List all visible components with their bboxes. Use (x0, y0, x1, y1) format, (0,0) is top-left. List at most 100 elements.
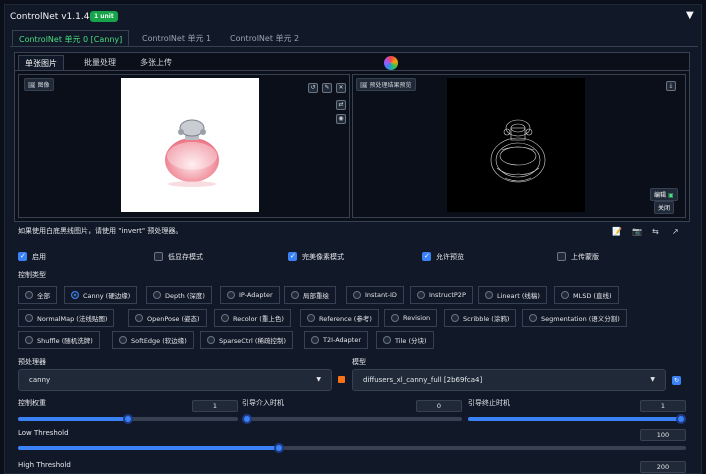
model-label: 模型 (352, 358, 366, 366)
radio-instructp2p[interactable]: InstructP2P (410, 286, 473, 304)
radio-label: InstructP2P (429, 291, 466, 299)
preprocessor-select[interactable]: canny ▼ (18, 369, 332, 391)
radio-dot (71, 291, 79, 299)
chevron-down-icon: ▼ (316, 376, 321, 383)
radio-dot (307, 314, 315, 322)
refresh-icon[interactable]: ↻ (672, 376, 681, 385)
radio-dot (529, 314, 537, 322)
model-select[interactable]: diffusers_xl_canny_full [2b69fca4] ▼ (352, 369, 666, 391)
low-threshold-slider[interactable] (18, 443, 686, 453)
canny-edge-image (490, 119, 546, 183)
collapse-icon[interactable]: ▼ (686, 10, 694, 21)
radio-dot (25, 314, 33, 322)
radio-ip-adapter[interactable]: IP-Adapter (220, 286, 280, 304)
radio-recolor[interactable]: Recolor (重上色) (214, 309, 291, 327)
weight-input[interactable]: 1 (192, 400, 238, 412)
brush-icon[interactable]: ✎ (322, 83, 332, 93)
radio-dot (119, 336, 127, 344)
radio-softedge[interactable]: SoftEdge (软边缘) (112, 331, 194, 349)
radio-label: OpenPose (姿态) (147, 315, 200, 323)
run-preprocessor-icon[interactable] (338, 376, 345, 383)
radio-inpaint[interactable]: 局部重绘 (284, 286, 336, 304)
radio-scribble[interactable]: Scribble (涂鸦) (444, 309, 517, 327)
radio-dot (485, 291, 493, 299)
high-threshold-input[interactable]: 200 (640, 461, 686, 473)
radio-label: Reference (参考) (319, 315, 372, 323)
allow-preview-checkbox[interactable] (422, 252, 431, 261)
tab-unit-0[interactable]: ControlNet 单元 0 [Canny] (12, 30, 130, 46)
download-icon[interactable]: ⤓ (666, 81, 676, 91)
color-wheel-icon (384, 56, 398, 70)
radio-dot (311, 336, 319, 344)
weight-slider[interactable] (18, 414, 238, 424)
radio-lineart[interactable]: Lineart (线稿) (478, 286, 547, 304)
weight-slider-thumb[interactable] (123, 414, 133, 424)
radio-t2i-adapter[interactable]: T2I-Adapter (304, 331, 369, 349)
radio-dot (417, 291, 425, 299)
edit-preview-button[interactable]: 编辑 ▣ (650, 188, 678, 201)
radio-openpose[interactable]: OpenPose (姿态) (128, 309, 207, 327)
enable-label: 启用 (32, 253, 46, 261)
start-slider[interactable] (242, 414, 462, 424)
radio-dot (353, 291, 361, 299)
camera-icon[interactable]: ◉ (336, 114, 346, 124)
radio-shuffle[interactable]: Shuffle (随机洗牌) (18, 331, 100, 349)
low-threshold-slider-thumb[interactable] (273, 443, 284, 453)
upload-mask-checkbox[interactable] (557, 252, 566, 261)
radio-label: NormalMap (法线贴图) (37, 315, 108, 323)
invert-hint: 如果使用白底黑线图片，请使用 "invert" 预处理器。 (18, 227, 183, 235)
radio-label: T2I-Adapter (323, 336, 362, 344)
radio-canny[interactable]: Canny (硬边缘) (64, 286, 138, 304)
radio-revision[interactable]: Revision (384, 309, 438, 327)
unit-count-badge: 1 unit (90, 11, 118, 22)
end-slider[interactable] (468, 414, 686, 424)
low-threshold-input[interactable]: 100 (640, 429, 686, 441)
radio-all[interactable]: 全部 (18, 286, 57, 304)
mirror-icon[interactable]: ⇆ (652, 227, 659, 236)
radio-mlsd[interactable]: MLSD (直线) (554, 286, 619, 304)
send-dimensions-icon[interactable]: ↗ (672, 227, 679, 236)
swap-icon[interactable]: ⇄ (336, 100, 346, 110)
lowvram-checkbox[interactable] (154, 252, 163, 261)
note-icon[interactable]: 📝 (612, 227, 622, 236)
close-preview-button[interactable]: 关闭 (654, 201, 675, 214)
close-icon[interactable]: ✕ (336, 83, 346, 93)
upload-mask-label: 上传蒙版 (571, 253, 599, 261)
camera-capture-icon[interactable]: 📷 (632, 227, 642, 236)
subtab-multi[interactable]: 多张上传 (134, 55, 178, 70)
edit-preview-label: 编辑 (654, 192, 667, 199)
radio-reference[interactable]: Reference (参考) (300, 309, 379, 327)
tab-divider (10, 46, 698, 47)
input-image (121, 78, 259, 212)
start-slider-thumb[interactable] (242, 414, 252, 424)
perfume-bottle-image (165, 119, 219, 187)
radio-label: Tile (分块) (395, 337, 427, 345)
low-threshold-label: Low Threshold (18, 429, 69, 437)
radio-instant-id[interactable]: Instant-ID (346, 286, 404, 304)
subtab-single[interactable]: 单张图片 (18, 55, 64, 71)
radio-label: Scribble (涂鸦) (463, 315, 510, 323)
radio-sparsectrl[interactable]: SparseCtrl (稀疏控制) (200, 331, 293, 349)
radio-dot (227, 291, 235, 299)
start-label: 引导介入时机 (242, 399, 284, 407)
radio-tile[interactable]: Tile (分块) (376, 331, 434, 349)
pixel-perfect-checkbox[interactable] (288, 252, 297, 261)
weight-label: 控制权重 (18, 399, 46, 407)
radio-dot (153, 291, 161, 299)
start-input[interactable]: 0 (416, 400, 462, 412)
subtab-batch[interactable]: 批量处理 (78, 55, 122, 70)
radio-dot (383, 336, 391, 344)
preview-label: 🖼 预处理结果预览 (356, 78, 416, 91)
radio-label: Shuffle (随机洗牌) (37, 337, 93, 345)
preview-label-text: 预处理结果预览 (369, 82, 412, 89)
radio-segmentation[interactable]: Segmentation (语义分割) (522, 309, 627, 327)
end-slider-fill (468, 417, 686, 421)
radio-normalmap[interactable]: NormalMap (法线贴图) (18, 309, 115, 327)
tab-unit-1[interactable]: ControlNet 单元 1 (136, 30, 217, 46)
tab-unit-2[interactable]: ControlNet 单元 2 (224, 30, 305, 46)
end-input[interactable]: 1 (640, 400, 686, 412)
radio-depth[interactable]: Depth (深度) (146, 286, 212, 304)
end-slider-thumb[interactable] (676, 414, 686, 424)
undo-icon[interactable]: ↺ (308, 83, 318, 93)
enable-checkbox[interactable] (18, 252, 27, 261)
